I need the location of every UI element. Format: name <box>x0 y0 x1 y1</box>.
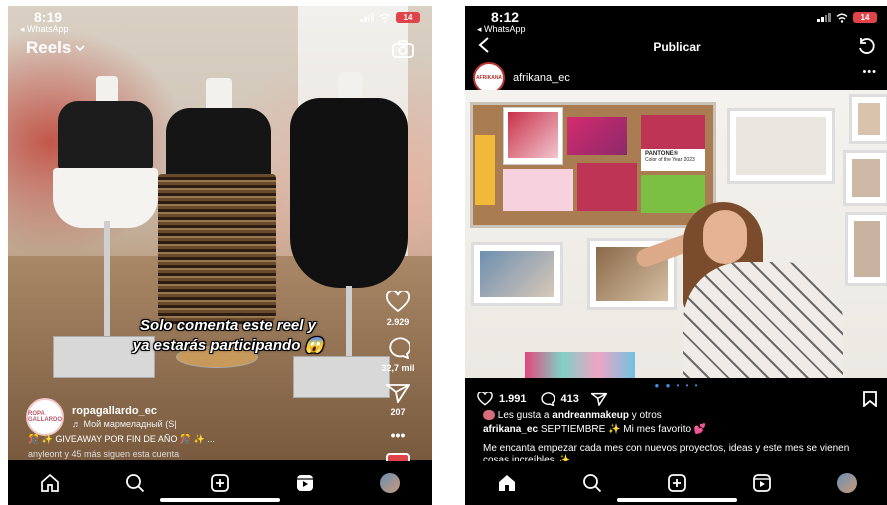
mood-board: PANTONE® Color of the Year 2023 <box>470 102 716 228</box>
nav-search[interactable] <box>122 470 148 496</box>
home-indicator <box>617 498 737 502</box>
nav-create[interactable] <box>207 470 233 496</box>
avatar[interactable]: ROPA GALLARDO <box>26 398 64 436</box>
reels-screen: 8:19 ◂ WhatsApp 14 Reels Solo comenta es… <box>8 6 432 505</box>
like-count: 2.929 <box>386 317 410 327</box>
search-icon <box>583 474 602 493</box>
send-icon[interactable] <box>590 392 607 406</box>
share-button[interactable]: 207 <box>374 383 422 417</box>
pantone-card: PANTONE® Color of the Year 2023 <box>641 115 705 171</box>
clock: 8:19 <box>34 9 63 25</box>
signal-icon <box>817 13 831 22</box>
home-icon <box>41 473 60 492</box>
black-blouse <box>166 108 271 178</box>
clock: 8:12 <box>491 9 520 25</box>
nav-profile[interactable] <box>377 470 403 496</box>
nav-reels[interactable] <box>292 470 318 496</box>
profile-avatar <box>836 473 857 493</box>
comment-icon[interactable] <box>539 392 555 406</box>
status-bar: 8:19 ◂ WhatsApp 14 <box>8 6 432 38</box>
page-title: Publicar <box>653 40 701 54</box>
post-caption: afrikana_ec SEPTIEMBRE ✨ Mi mes favorito… <box>483 424 707 435</box>
comment-button[interactable]: 32,7 mil <box>374 337 422 373</box>
reels-icon <box>752 474 771 492</box>
refresh-icon[interactable] <box>857 37 877 55</box>
post-topbar: Publicar <box>465 36 887 58</box>
nav-search[interactable] <box>579 470 605 496</box>
chevron-down-icon <box>75 45 85 52</box>
wall-frame <box>727 108 835 184</box>
heart-icon[interactable] <box>477 392 493 406</box>
black-top <box>58 101 153 171</box>
caption-username[interactable]: afrikana_ec <box>483 424 538 435</box>
comment-count: 413 <box>560 393 579 405</box>
search-icon <box>126 474 145 493</box>
author-username[interactable]: ropagallardo_ec <box>72 405 177 417</box>
plus-square-icon <box>211 474 229 492</box>
battery-icon: 14 <box>396 12 420 23</box>
liker-avatars <box>483 410 495 421</box>
wifi-icon <box>836 13 848 23</box>
send-icon <box>384 384 411 405</box>
back-to-app-link[interactable]: ◂ WhatsApp <box>20 24 69 35</box>
more-options-button[interactable]: ••• <box>862 66 877 78</box>
reels-icon <box>296 475 313 491</box>
nav-create[interactable] <box>664 470 690 496</box>
black-dress <box>290 98 408 288</box>
reel-audio[interactable]: ♬ Мой мармеладный (S| <box>72 419 177 429</box>
post-screen: 8:12 ◂ WhatsApp 14 Publicar AFRIKANA afr… <box>465 6 887 505</box>
reel-video[interactable] <box>8 6 432 460</box>
bookmark-icon[interactable] <box>863 391 877 407</box>
fabric-swatches <box>525 352 635 378</box>
heart-icon <box>386 289 410 313</box>
signal-icon <box>360 13 374 22</box>
person <box>683 262 843 378</box>
camera-icon[interactable] <box>392 40 414 58</box>
more-options-button[interactable]: ••• <box>374 427 422 443</box>
post-username[interactable]: afrikana_ec <box>513 72 570 84</box>
home-indicator <box>160 498 280 502</box>
plus-square-icon <box>668 474 686 492</box>
post-actions: 1.991 413 <box>477 391 877 407</box>
reel-actions: 2.929 32,7 mil 207 ••• <box>374 289 422 487</box>
back-to-app-link[interactable]: ◂ WhatsApp <box>477 24 526 35</box>
nav-reels[interactable] <box>749 470 775 496</box>
comment-count: 32,7 mil <box>381 363 415 373</box>
nav-home[interactable] <box>494 470 520 496</box>
white-skirt <box>53 168 158 228</box>
nav-profile[interactable] <box>834 470 860 496</box>
like-count: 1.991 <box>499 393 527 405</box>
nav-home[interactable] <box>37 470 63 496</box>
followers-note: anyleont y 45 más siguen esta cuenta <box>28 449 180 459</box>
battery-icon: 14 <box>853 12 877 23</box>
reel-description[interactable]: 🎊 ✨ GIVEAWAY POR FIN DE AÑO 🎊 ✨ ... <box>28 434 215 445</box>
sequin-skirt <box>158 174 276 324</box>
reel-caption: Solo comenta este reel y ya estarás part… <box>132 317 324 354</box>
carousel-indicator: ● ● • • • <box>654 381 700 390</box>
reel-author[interactable]: ROPA GALLARDO ropagallardo_ec ♬ Мой марм… <box>26 398 177 436</box>
share-count: 207 <box>390 407 406 417</box>
wifi-icon <box>379 13 391 23</box>
status-bar: 8:12 ◂ WhatsApp 14 <box>465 6 887 38</box>
reels-title[interactable]: Reels <box>26 38 85 58</box>
liked-by[interactable]: Les gusta a andreanmakeup y otros <box>483 410 662 421</box>
like-button[interactable]: 2.929 <box>374 289 422 327</box>
comment-icon <box>389 337 412 360</box>
home-icon <box>499 475 516 491</box>
profile-avatar <box>379 473 400 493</box>
back-arrow-icon[interactable] <box>477 36 491 54</box>
post-image[interactable]: PANTONE® Color of the Year 2023 <box>465 90 887 378</box>
